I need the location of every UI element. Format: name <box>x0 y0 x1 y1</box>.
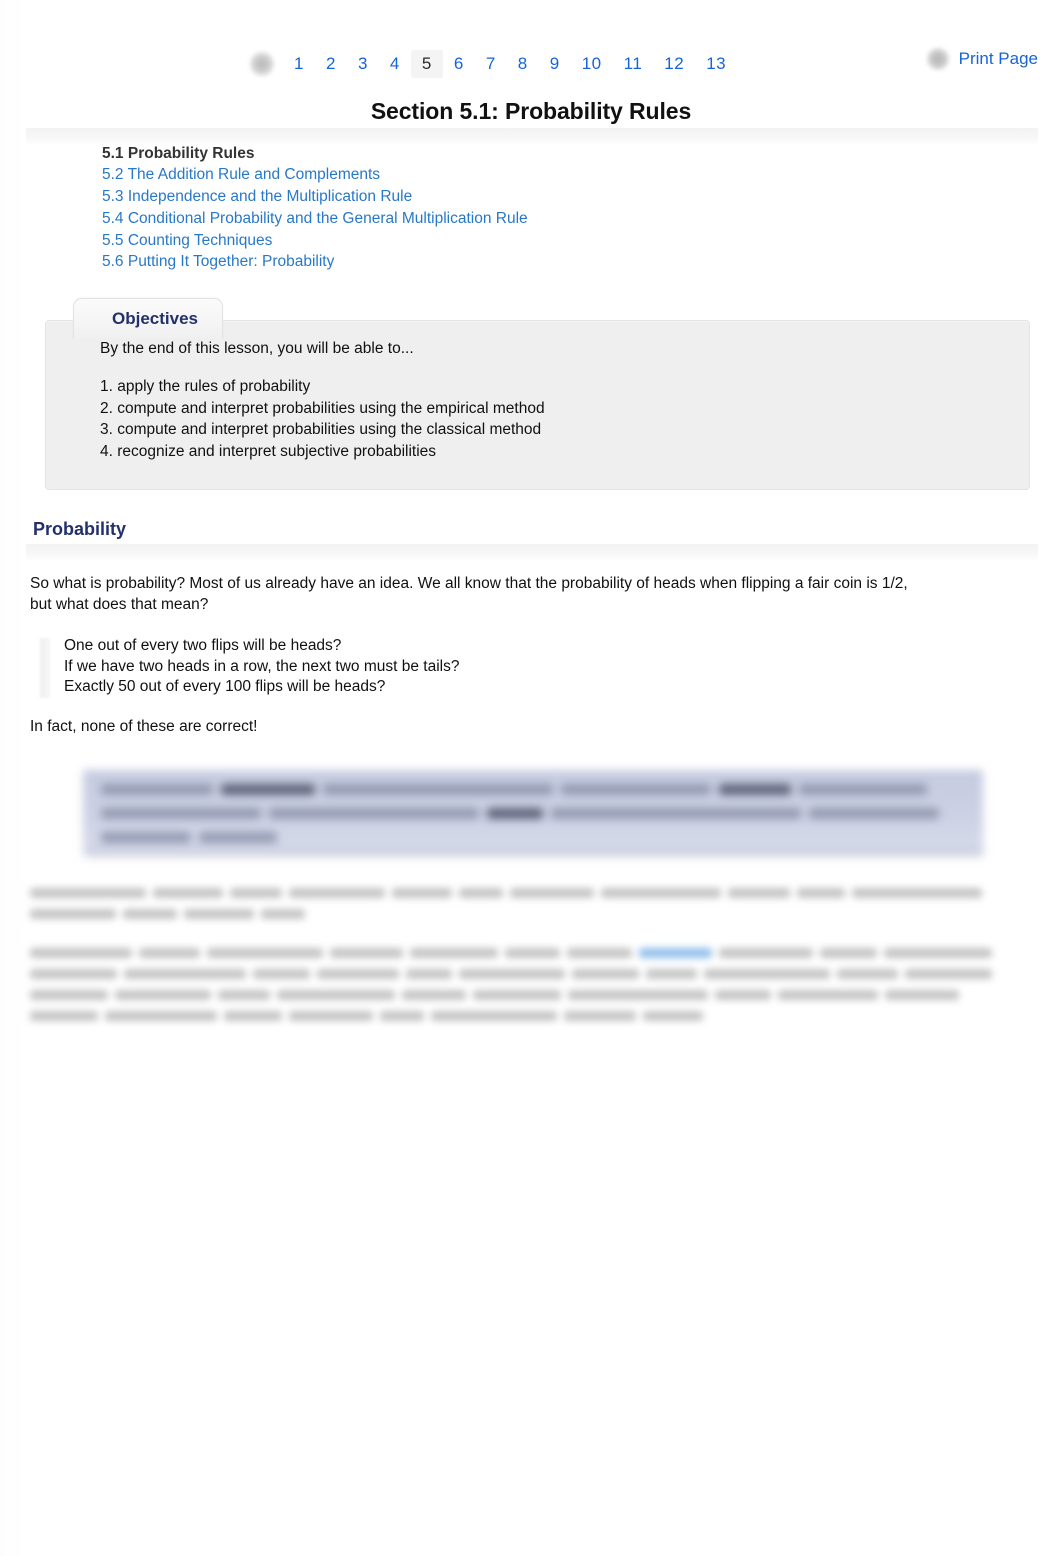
pager-page-12[interactable]: 12 <box>653 50 695 78</box>
quote-line-3: Exactly 50 out of every 100 flips will b… <box>64 678 386 695</box>
print-page-label[interactable]: Print Page <box>959 49 1038 69</box>
quote-line-1: One out of every two flips will be heads… <box>64 637 342 654</box>
probability-quote-block: One out of every two flips will be heads… <box>40 636 764 698</box>
objective-item-4: 4. recognize and interpret subjective pr… <box>100 442 437 460</box>
blurred-text-row <box>30 948 993 958</box>
print-icon <box>926 48 949 70</box>
objectives-tab: Objectives <box>73 298 223 339</box>
probability-conclusion: In fact, none of these are correct! <box>30 718 258 735</box>
pager-page-1[interactable]: 1 <box>283 50 315 78</box>
definition-callout-blurred <box>83 770 983 856</box>
objective-item-1: 1. apply the rules of probability <box>100 378 311 395</box>
blurred-text-row <box>30 990 992 1000</box>
definition-callout-shadow <box>86 848 984 858</box>
blurred-text-row <box>30 909 992 919</box>
objectives-list: 1. apply the rules of probability 2. com… <box>100 376 545 462</box>
blurred-text-row <box>30 888 992 898</box>
probability-section-heading: Probability <box>33 519 127 539</box>
pager-page-6[interactable]: 6 <box>443 50 475 78</box>
section-link-5-1-current: 5.1 Probability Rules <box>102 144 255 162</box>
top-navigation: 1 2 3 4 5 6 7 8 9 10 11 12 13 Print Page <box>0 0 1062 92</box>
section-link-5-3[interactable]: 5.3 Independence and the Multiplication … <box>102 187 528 209</box>
section-link-5-2[interactable]: 5.2 The Addition Rule and Complements <box>102 165 528 187</box>
page-pager: 1 2 3 4 5 6 7 8 9 10 11 12 13 <box>248 50 737 78</box>
blurred-inline-link[interactable] <box>638 948 712 958</box>
section-link-5-4[interactable]: 5.4 Conditional Probability and the Gene… <box>102 208 528 230</box>
blurred-text-row <box>30 969 992 979</box>
objective-item-3: 3. compute and interpret probabilities u… <box>100 421 542 438</box>
section-link-5-6[interactable]: 5.6 Putting It Together: Probability <box>102 252 528 274</box>
pager-page-9[interactable]: 9 <box>539 50 571 78</box>
section-divider <box>26 544 1038 562</box>
objective-item-2: 2. compute and interpret probabilities u… <box>100 399 545 417</box>
pager-page-2[interactable]: 2 <box>315 50 347 78</box>
quote-line-2: If we have two heads in a row, the next … <box>64 657 460 675</box>
blurred-paragraph-1 <box>30 888 992 930</box>
print-page-link[interactable]: Print Page <box>926 48 1038 70</box>
pager-page-13[interactable]: 13 <box>695 50 737 78</box>
pager-page-7[interactable]: 7 <box>475 50 507 78</box>
objectives-intro: By the end of this lesson, you will be a… <box>100 340 414 357</box>
pager-page-4[interactable]: 4 <box>379 50 411 78</box>
pager-page-11[interactable]: 11 <box>613 50 654 78</box>
probability-intro-paragraph: So what is probability? Most of us alrea… <box>30 575 908 613</box>
pager-page-10[interactable]: 10 <box>571 50 613 78</box>
home-icon[interactable] <box>250 52 274 76</box>
page-title: Section 5.1: Probability Rules <box>370 98 692 124</box>
objectives-tab-label: Objectives <box>112 309 198 328</box>
pager-page-3[interactable]: 3 <box>347 50 379 78</box>
section-link-list: 5.1 Probability Rules 5.2 The Addition R… <box>102 143 528 274</box>
page-left-edge <box>0 0 28 1556</box>
blurred-paragraph-2 <box>30 948 993 1032</box>
pager-page-8[interactable]: 8 <box>507 50 539 78</box>
pager-page-5-current[interactable]: 5 <box>410 50 443 78</box>
blurred-text-row <box>30 1011 992 1021</box>
quote-bar <box>40 638 50 698</box>
section-link-5-5[interactable]: 5.5 Counting Techniques <box>102 230 528 252</box>
